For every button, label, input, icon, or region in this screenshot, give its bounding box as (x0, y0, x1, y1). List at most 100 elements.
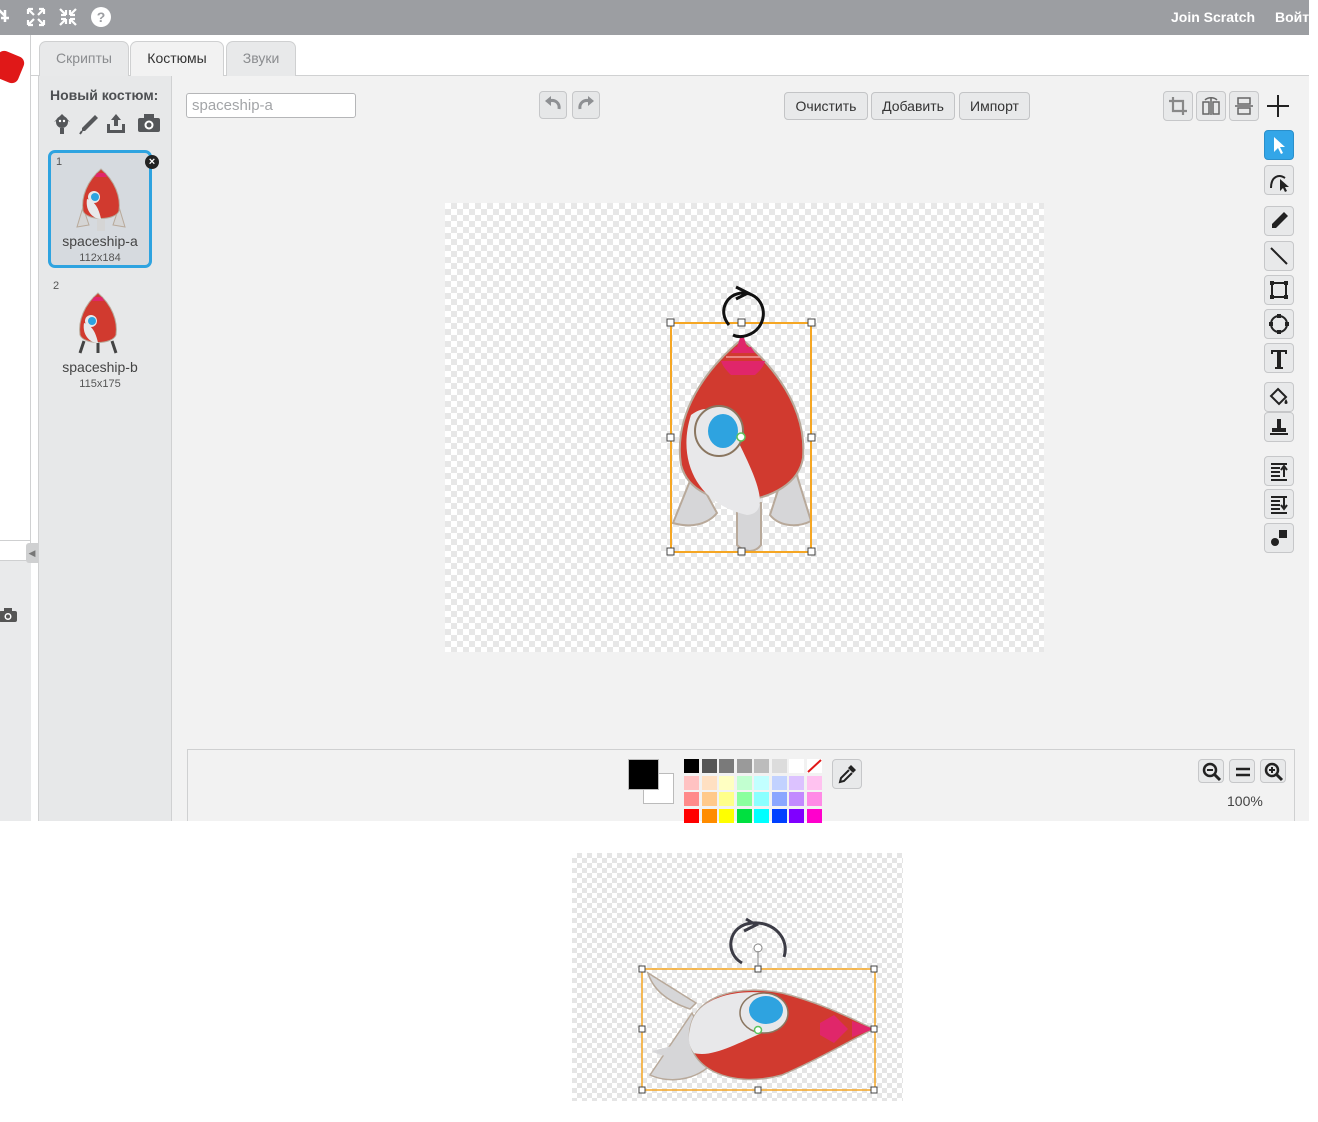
costume-index: 1 (56, 156, 63, 168)
stamp-tool[interactable] (1264, 412, 1294, 442)
stop-button[interactable] (0, 48, 27, 86)
delete-costume-button[interactable]: × (145, 155, 159, 169)
palette-color-swatch[interactable] (736, 759, 752, 773)
palette-color-swatch[interactable] (806, 792, 822, 806)
palette-color-swatch[interactable] (754, 808, 769, 823)
upload-icon[interactable] (103, 112, 129, 138)
scratch-editor: ? Join Scratch Войт ◀ Скрипты Костюмы Зв… (0, 0, 1318, 1122)
eyedropper-button[interactable] (832, 759, 862, 789)
palette-color-swatch[interactable] (684, 808, 699, 823)
rectangle-tool[interactable] (1264, 275, 1294, 305)
help-icon[interactable]: ? (90, 6, 112, 28)
stage-divider (0, 540, 31, 541)
line-tool[interactable] (1264, 241, 1294, 271)
text-icon (1271, 350, 1287, 369)
crosshair-icon (1267, 95, 1289, 117)
palette-color-swatch[interactable] (754, 792, 769, 806)
crop-button[interactable] (1163, 91, 1193, 121)
costume-size: 115x175 (79, 378, 121, 390)
clear-button[interactable]: Очистить (784, 92, 868, 120)
ellipse-icon (1269, 314, 1289, 334)
sign-in-link[interactable]: Войт (1275, 9, 1309, 25)
import-button[interactable]: Импорт (959, 92, 1030, 120)
set-center-button[interactable] (1263, 91, 1293, 121)
tab-sounds[interactable]: Звуки (226, 41, 296, 76)
palette-color-swatch[interactable] (771, 759, 787, 773)
palette-color-swatch[interactable] (736, 775, 752, 790)
costume-name-input[interactable]: spaceship-a (186, 93, 356, 118)
fill-tool[interactable] (1264, 382, 1294, 412)
rotate-handle[interactable] (722, 291, 765, 339)
palette-color-swatch[interactable] (754, 759, 769, 773)
sprite-list-panel (0, 560, 31, 821)
transparent-color-swatch[interactable] (806, 759, 822, 773)
forward-layer-tool[interactable] (1264, 456, 1294, 486)
pencil-icon (1272, 212, 1288, 228)
palette-color-swatch[interactable] (736, 792, 752, 806)
flip-horizontal-button[interactable] (1196, 91, 1226, 121)
palette-color-swatch[interactable] (684, 775, 699, 790)
pencil-tool[interactable] (1264, 206, 1294, 236)
flip-vertical-icon (1235, 97, 1253, 115)
costume-item-spaceship-b[interactable]: 2 spaceship-b 115x175 (48, 277, 152, 395)
backward-layer-tool[interactable] (1264, 489, 1294, 519)
palette-color-swatch[interactable] (701, 808, 717, 823)
zoom-in-button[interactable] (1260, 759, 1286, 783)
palette-color-swatch[interactable] (789, 792, 804, 806)
zoom-out-button[interactable] (1198, 759, 1224, 783)
ungroup-tool[interactable] (1264, 523, 1294, 553)
palette-color-swatch[interactable] (736, 808, 752, 823)
bring-forward-icon (1271, 463, 1288, 481)
paint-editor: spaceship-a Очистить Добавить Импорт 100… (172, 76, 1309, 823)
ellipse-tool[interactable] (1264, 309, 1294, 339)
collapse-stage-button[interactable]: ◀ (26, 543, 38, 563)
zoom-reset-button[interactable] (1229, 759, 1255, 783)
palette-color-swatch[interactable] (719, 808, 734, 823)
select-tool[interactable] (1264, 130, 1294, 160)
spaceship-drawing[interactable] (445, 203, 1044, 652)
undo-button[interactable] (539, 91, 567, 119)
flip-horizontal-icon (1202, 97, 1220, 115)
palette-color-swatch[interactable] (771, 775, 787, 790)
primary-color-swatch[interactable] (628, 759, 659, 790)
costume-thumbnail (76, 168, 126, 231)
flip-vertical-button[interactable] (1229, 91, 1259, 121)
palette-color-swatch[interactable] (771, 792, 787, 806)
shrink-icon[interactable] (57, 6, 79, 28)
rotated-spaceship-drawing (638, 917, 878, 1094)
add-button[interactable]: Добавить (871, 92, 955, 120)
redo-button[interactable] (572, 91, 600, 119)
palette-color-swatch[interactable] (771, 808, 787, 823)
costume-list-panel: Новый костюм: 1 spaceship-a 112x184 2 sp… (38, 76, 172, 821)
costume-item-spaceship-a[interactable]: 1 spaceship-a 112x184 (48, 150, 152, 268)
palette-color-swatch[interactable] (806, 775, 822, 790)
palette-color-swatch[interactable] (684, 792, 699, 806)
tab-costumes[interactable]: Костюмы (130, 41, 224, 77)
palette-color-swatch[interactable] (701, 792, 717, 806)
text-tool[interactable] (1264, 343, 1294, 373)
palette-color-swatch[interactable] (789, 775, 804, 790)
join-scratch-link[interactable]: Join Scratch (1171, 9, 1255, 25)
palette-color-swatch[interactable] (719, 759, 734, 773)
camera-icon[interactable] (136, 112, 162, 138)
rectangle-icon (1270, 281, 1288, 299)
palette-color-swatch[interactable] (701, 775, 717, 790)
palette-color-swatch[interactable] (789, 808, 804, 823)
palette-color-swatch[interactable] (719, 775, 734, 790)
palette-color-swatch[interactable] (719, 792, 734, 806)
drawing-canvas[interactable] (445, 203, 1044, 652)
duplicate-icon[interactable] (0, 6, 16, 28)
palette-color-swatch[interactable] (806, 808, 822, 823)
reshape-tool[interactable] (1264, 165, 1294, 195)
palette-color-swatch[interactable] (754, 775, 769, 790)
palette-color-swatch[interactable] (701, 759, 717, 773)
tab-scripts[interactable]: Скрипты (39, 41, 129, 76)
reshape-icon (1270, 175, 1289, 192)
grow-icon[interactable] (25, 6, 47, 28)
palette-color-swatch[interactable] (684, 759, 699, 773)
palette-color-swatch[interactable] (789, 759, 804, 773)
paint-new-icon[interactable] (76, 112, 102, 138)
costume-size: 112x184 (79, 252, 121, 264)
camera-icon[interactable] (0, 607, 20, 629)
choose-from-library-icon[interactable] (49, 112, 75, 138)
